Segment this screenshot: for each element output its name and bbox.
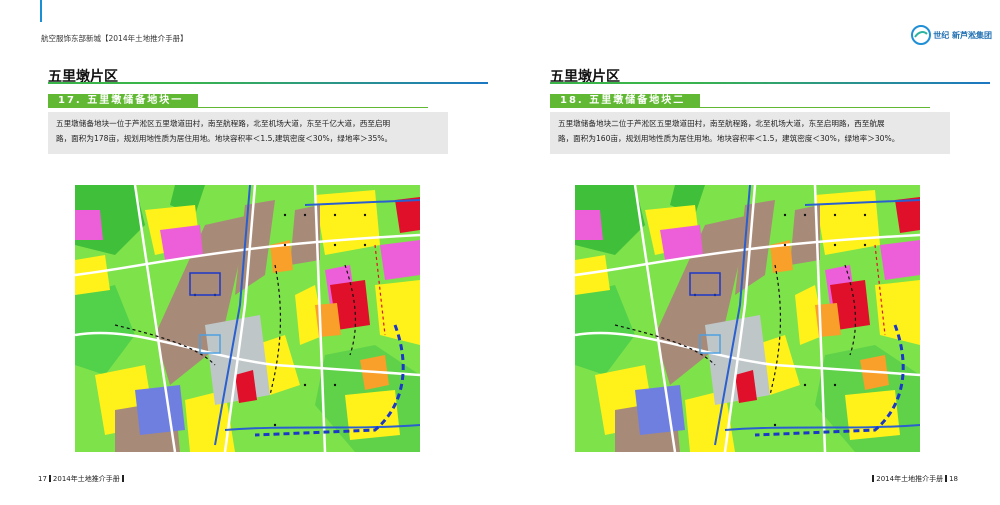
left-page: 航空服饰东部新城【2014年土地推介手册】 五里墩片区 17. 五里墩储备地块一… [0,0,500,505]
land-use-map [574,184,921,453]
sub-title-rule [48,107,428,108]
footer-text: 2014年土地推介手册 [52,475,120,483]
page-footer: 17 2014年土地推介手册 [38,474,126,484]
footer-text: 2014年土地推介手册 [876,475,944,483]
document-header: 航空服饰东部新城【2014年土地推介手册】 [41,34,188,43]
land-use-map [74,184,421,453]
description-box: 五里墩储备地块二位于芦淞区五里墩道田村，南至航程路，北至机场大道，东至启明路，西… [550,112,950,154]
page-footer: 2014年土地推介手册 18 [870,474,958,484]
sub-title-rule [550,107,930,108]
page-number: 18 [949,475,958,483]
company-logo: 世纪 新芦淞集团 [911,24,992,46]
logo-swirl-icon [911,25,932,45]
sub-title-banner: 17. 五里墩储备地块一 [48,94,198,108]
page-number: 17 [38,475,47,483]
description-line: 五里墩储备地块二位于芦淞区五里墩道田村，南至航程路，北至机场大道，东至启明路，西… [558,119,885,128]
sub-title-banner: 18. 五里墩储备地块二 [550,94,700,108]
title-rule [550,82,990,84]
description-line: 五里墩储备地块一位于芦淞区五里墩道田村，南至航程路，北至机场大道，东至千亿大道，… [56,119,391,128]
logo-text: 世纪 新芦淞集团 [933,30,992,40]
title-rule [48,82,488,84]
description-line: 路，面积为160亩，规划用地性质为居住用地。地块容积率＜1.5，建筑密度＜30%… [558,134,900,143]
right-page: 世纪 新芦淞集团 五里墩片区 18. 五里墩储备地块二 五里墩储备地块二位于芦淞… [500,0,1000,505]
description-box: 五里墩储备地块一位于芦淞区五里墩道田村，南至航程路，北至机场大道，东至千亿大道，… [48,112,448,154]
description-line: 路，面积为178亩，规划用地性质为居住用地。地块容积率＜1.5,建筑密度＜30%… [56,134,393,143]
top-rule [40,0,42,22]
